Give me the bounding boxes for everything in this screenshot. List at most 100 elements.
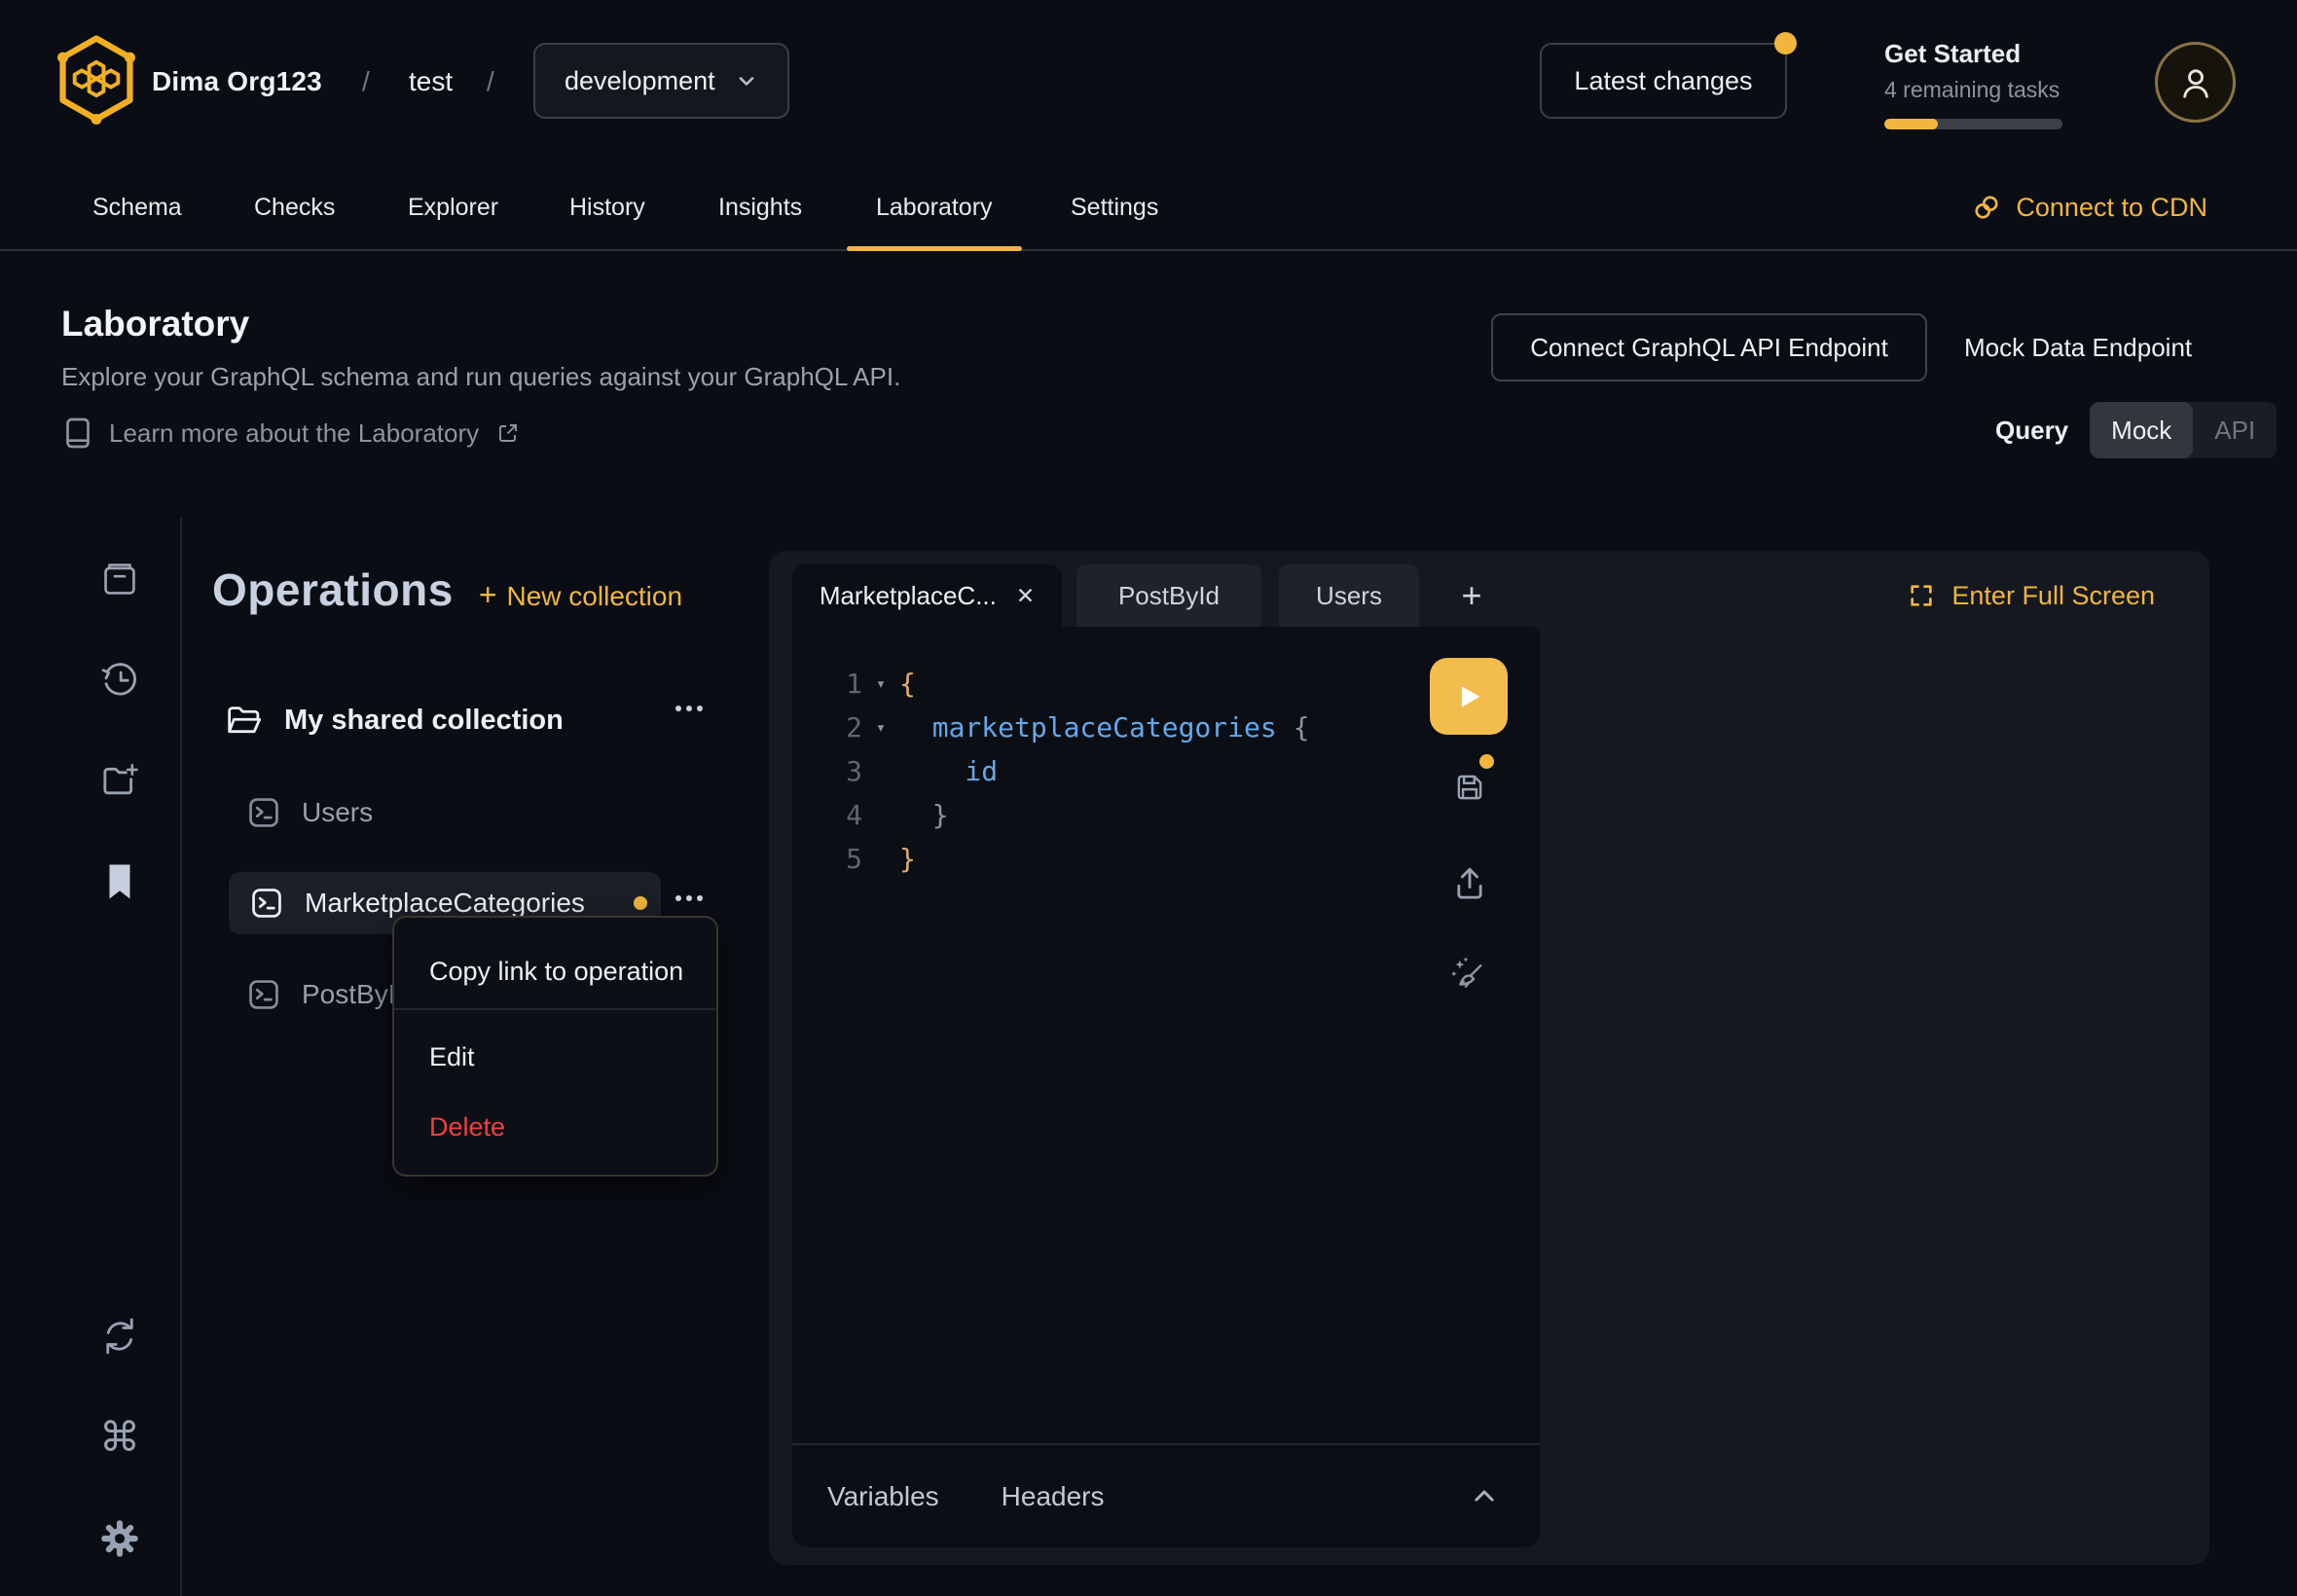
collection-row[interactable]: My shared collection <box>226 693 712 747</box>
code-token: } <box>899 799 949 831</box>
honeycomb-logo-icon <box>56 33 136 125</box>
query-editor: 1 ▾ { 2 ▾ marketplaceCategories { 3 id 4… <box>792 627 1540 1547</box>
tab-history[interactable]: History <box>569 165 645 249</box>
collection-more-options-button[interactable] <box>674 704 705 713</box>
tab-label: Schema <box>92 194 182 222</box>
operation-item-users[interactable]: Users <box>247 785 373 840</box>
tab-label: Settings <box>1071 194 1158 222</box>
enter-fullscreen-button[interactable]: Enter Full Screen <box>1908 564 2155 627</box>
menu-item-copy-link[interactable]: Copy link to operation <box>429 957 683 987</box>
connect-to-cdn-link[interactable]: Connect to CDN <box>1972 165 2207 249</box>
more-options-icon <box>674 893 705 903</box>
query-toggle-label: Query <box>1995 416 2068 446</box>
run-query-button[interactable] <box>1430 658 1508 735</box>
get-started-title: Get Started <box>1884 39 2062 69</box>
close-tab-icon[interactable]: ✕ <box>1016 583 1035 609</box>
plus-icon: + <box>479 577 497 613</box>
rail-shortcuts-button[interactable]: ⌘ <box>98 1416 141 1459</box>
rail-new-collection-button[interactable] <box>98 759 141 802</box>
progress-bar <box>1884 119 2062 129</box>
query-mode-api[interactable]: API <box>2193 402 2277 458</box>
operation-label: MarketplaceCategories <box>305 888 585 919</box>
unsaved-changes-dot <box>1479 754 1494 769</box>
headers-tab[interactable]: Headers <box>1002 1481 1105 1512</box>
add-tab-button[interactable]: + <box>1444 564 1499 627</box>
breadcrumb-org[interactable]: Dima Org123 <box>152 66 322 97</box>
tab-explorer[interactable]: Explorer <box>408 165 498 249</box>
get-started-widget[interactable]: Get Started 4 remaining tasks <box>1884 39 2062 129</box>
code-token: { <box>899 668 916 700</box>
variant-select[interactable]: development <box>533 43 789 119</box>
gear-icon <box>98 1517 141 1560</box>
tab-laboratory[interactable]: Laboratory <box>876 165 993 249</box>
code-area[interactable]: 1 ▾ { 2 ▾ marketplaceCategories { 3 id 4… <box>792 662 1540 881</box>
tab-schema[interactable]: Schema <box>92 165 182 249</box>
rail-sync-button[interactable] <box>98 1315 141 1358</box>
editor-tab-users[interactable]: Users <box>1279 564 1419 627</box>
upload-icon <box>1451 864 1488 903</box>
code-token: marketplaceCategories <box>899 711 1277 744</box>
editor-tab-marketplacecategories[interactable]: MarketplaceC... ✕ <box>792 564 1062 627</box>
link-icon <box>1972 193 2001 222</box>
editor-tab-postbyid[interactable]: PostById <box>1076 564 1261 627</box>
fold-caret[interactable]: ▾ <box>862 718 899 738</box>
operation-item-postbyid[interactable]: PostById <box>247 967 411 1022</box>
tab-checks[interactable]: Checks <box>254 165 335 249</box>
code-token: } <box>899 843 916 875</box>
latest-changes-button[interactable]: Latest changes <box>1540 43 1787 119</box>
line-number: 5 <box>792 843 862 875</box>
rail-settings-button[interactable] <box>98 1517 141 1560</box>
collapse-footer-button[interactable] <box>1470 1482 1499 1511</box>
rail-archive-box-button[interactable] <box>98 558 141 600</box>
tab-settings[interactable]: Settings <box>1071 165 1158 249</box>
save-icon <box>1452 770 1487 805</box>
query-mode-mock[interactable]: Mock <box>2090 402 2193 458</box>
share-operation-button[interactable] <box>1448 862 1491 905</box>
page-title: Laboratory <box>61 304 249 345</box>
connect-graphql-endpoint-label: Connect GraphQL API Endpoint <box>1530 333 1888 363</box>
user-avatar[interactable] <box>2155 42 2236 123</box>
expand-icon <box>1908 582 1935 609</box>
variables-tab[interactable]: Variables <box>827 1481 939 1512</box>
editor-tab-label: MarketplaceC... <box>820 581 997 611</box>
fold-caret[interactable]: ▾ <box>862 674 899 694</box>
menu-item-delete[interactable]: Delete <box>429 1112 505 1143</box>
editor-tab-label: Users <box>1316 581 1382 611</box>
connect-graphql-endpoint-button[interactable]: Connect GraphQL API Endpoint <box>1491 313 1927 381</box>
archive-box-icon <box>100 560 139 598</box>
save-operation-button[interactable] <box>1448 766 1491 809</box>
mock-data-endpoint-button[interactable]: Mock Data Endpoint <box>1964 313 2192 381</box>
code-token: id <box>899 755 998 787</box>
sync-icon <box>99 1316 140 1357</box>
breadcrumb-graph[interactable]: test <box>409 66 453 97</box>
folder-plus-icon <box>99 760 140 801</box>
menu-item-edit[interactable]: Edit <box>429 1042 475 1072</box>
folder-open-icon <box>226 704 263 737</box>
more-options-icon <box>674 704 705 713</box>
new-collection-button[interactable]: + New collection <box>479 577 682 613</box>
main-nav: Schema Checks Explorer History Insights … <box>0 165 2297 251</box>
tab-label: Explorer <box>408 194 498 222</box>
operation-more-options-button[interactable] <box>674 893 705 903</box>
operation-context-menu: Copy link to operation Edit Delete <box>392 916 718 1177</box>
rail-history-button[interactable] <box>98 658 141 701</box>
page-description: Explore your GraphQL schema and run quer… <box>61 362 900 392</box>
enter-fullscreen-label: Enter Full Screen <box>1951 581 2155 611</box>
connect-to-cdn-label: Connect to CDN <box>2016 193 2207 223</box>
rail-saved-operations-button[interactable] <box>98 860 141 903</box>
book-icon <box>64 417 91 450</box>
app-logo[interactable] <box>56 33 136 125</box>
tab-insights[interactable]: Insights <box>718 165 802 249</box>
tab-label: Checks <box>254 194 335 222</box>
prettify-query-button[interactable] <box>1445 953 1488 996</box>
code-line: 3 id <box>792 749 1540 793</box>
learn-more-link[interactable]: Learn more about the Laboratory <box>64 417 520 450</box>
command-icon: ⌘ <box>99 1417 140 1458</box>
breadcrumb-separator: / <box>487 66 494 97</box>
code-line: 2 ▾ marketplaceCategories { <box>792 706 1540 749</box>
tab-label: History <box>569 194 645 222</box>
operations-title: Operations <box>212 563 454 616</box>
broom-sparkles-icon <box>1445 952 1488 997</box>
unsaved-changes-dot <box>634 896 647 910</box>
query-mode-toggle-row: Query Mock API <box>1995 401 2277 459</box>
